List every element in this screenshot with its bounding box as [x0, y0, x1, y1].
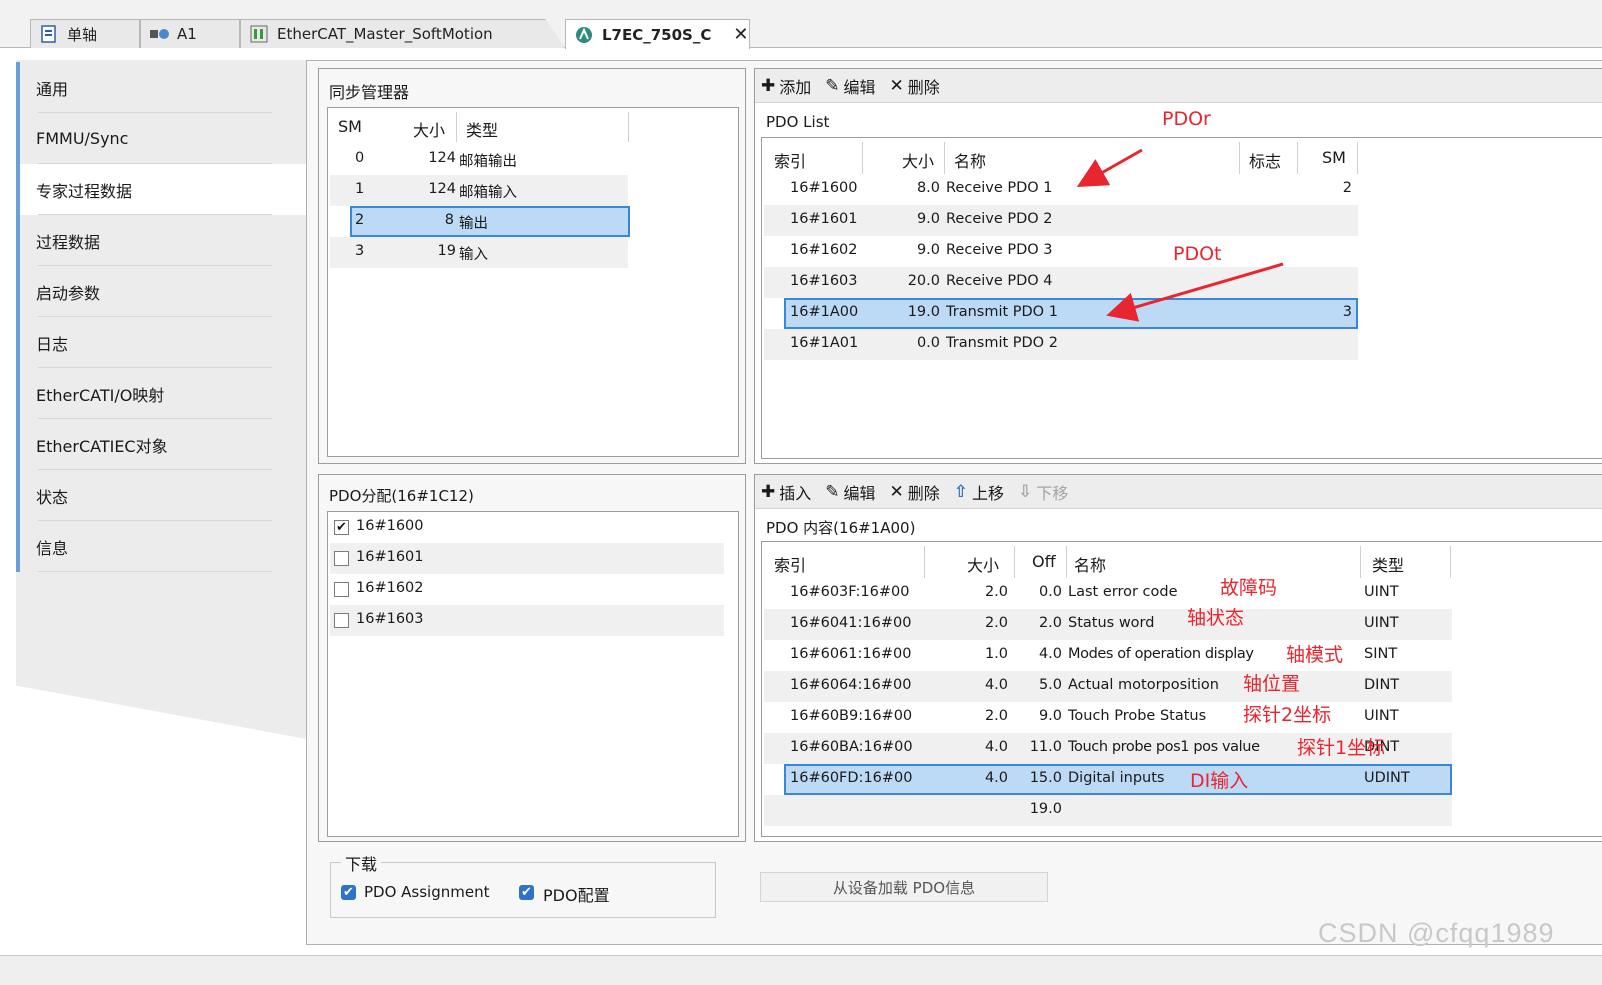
- annotation-pdot: PDOt: [1173, 243, 1222, 265]
- status-strip: [0, 955, 1602, 985]
- pdot-arrow: [1106, 262, 1284, 322]
- annotation-pdor: PDOr: [1162, 108, 1211, 130]
- pdor-arrow: [1076, 148, 1143, 187]
- watermark: CSDN @cfqq1989: [1318, 918, 1555, 948]
- annotation-axis-mode: 轴模式: [1286, 644, 1344, 666]
- annotation-di-input: DI输入: [1190, 770, 1249, 792]
- annotation-error-code: 故障码: [1220, 577, 1278, 599]
- annotation-probe2: 探针2坐标: [1243, 704, 1332, 726]
- annotation-axis-position: 轴位置: [1243, 673, 1301, 695]
- annotation-arrows: [1076, 148, 1284, 322]
- annotation-probe1: 探针1坐标: [1297, 737, 1386, 759]
- annotation-axis-status: 轴状态: [1187, 607, 1245, 629]
